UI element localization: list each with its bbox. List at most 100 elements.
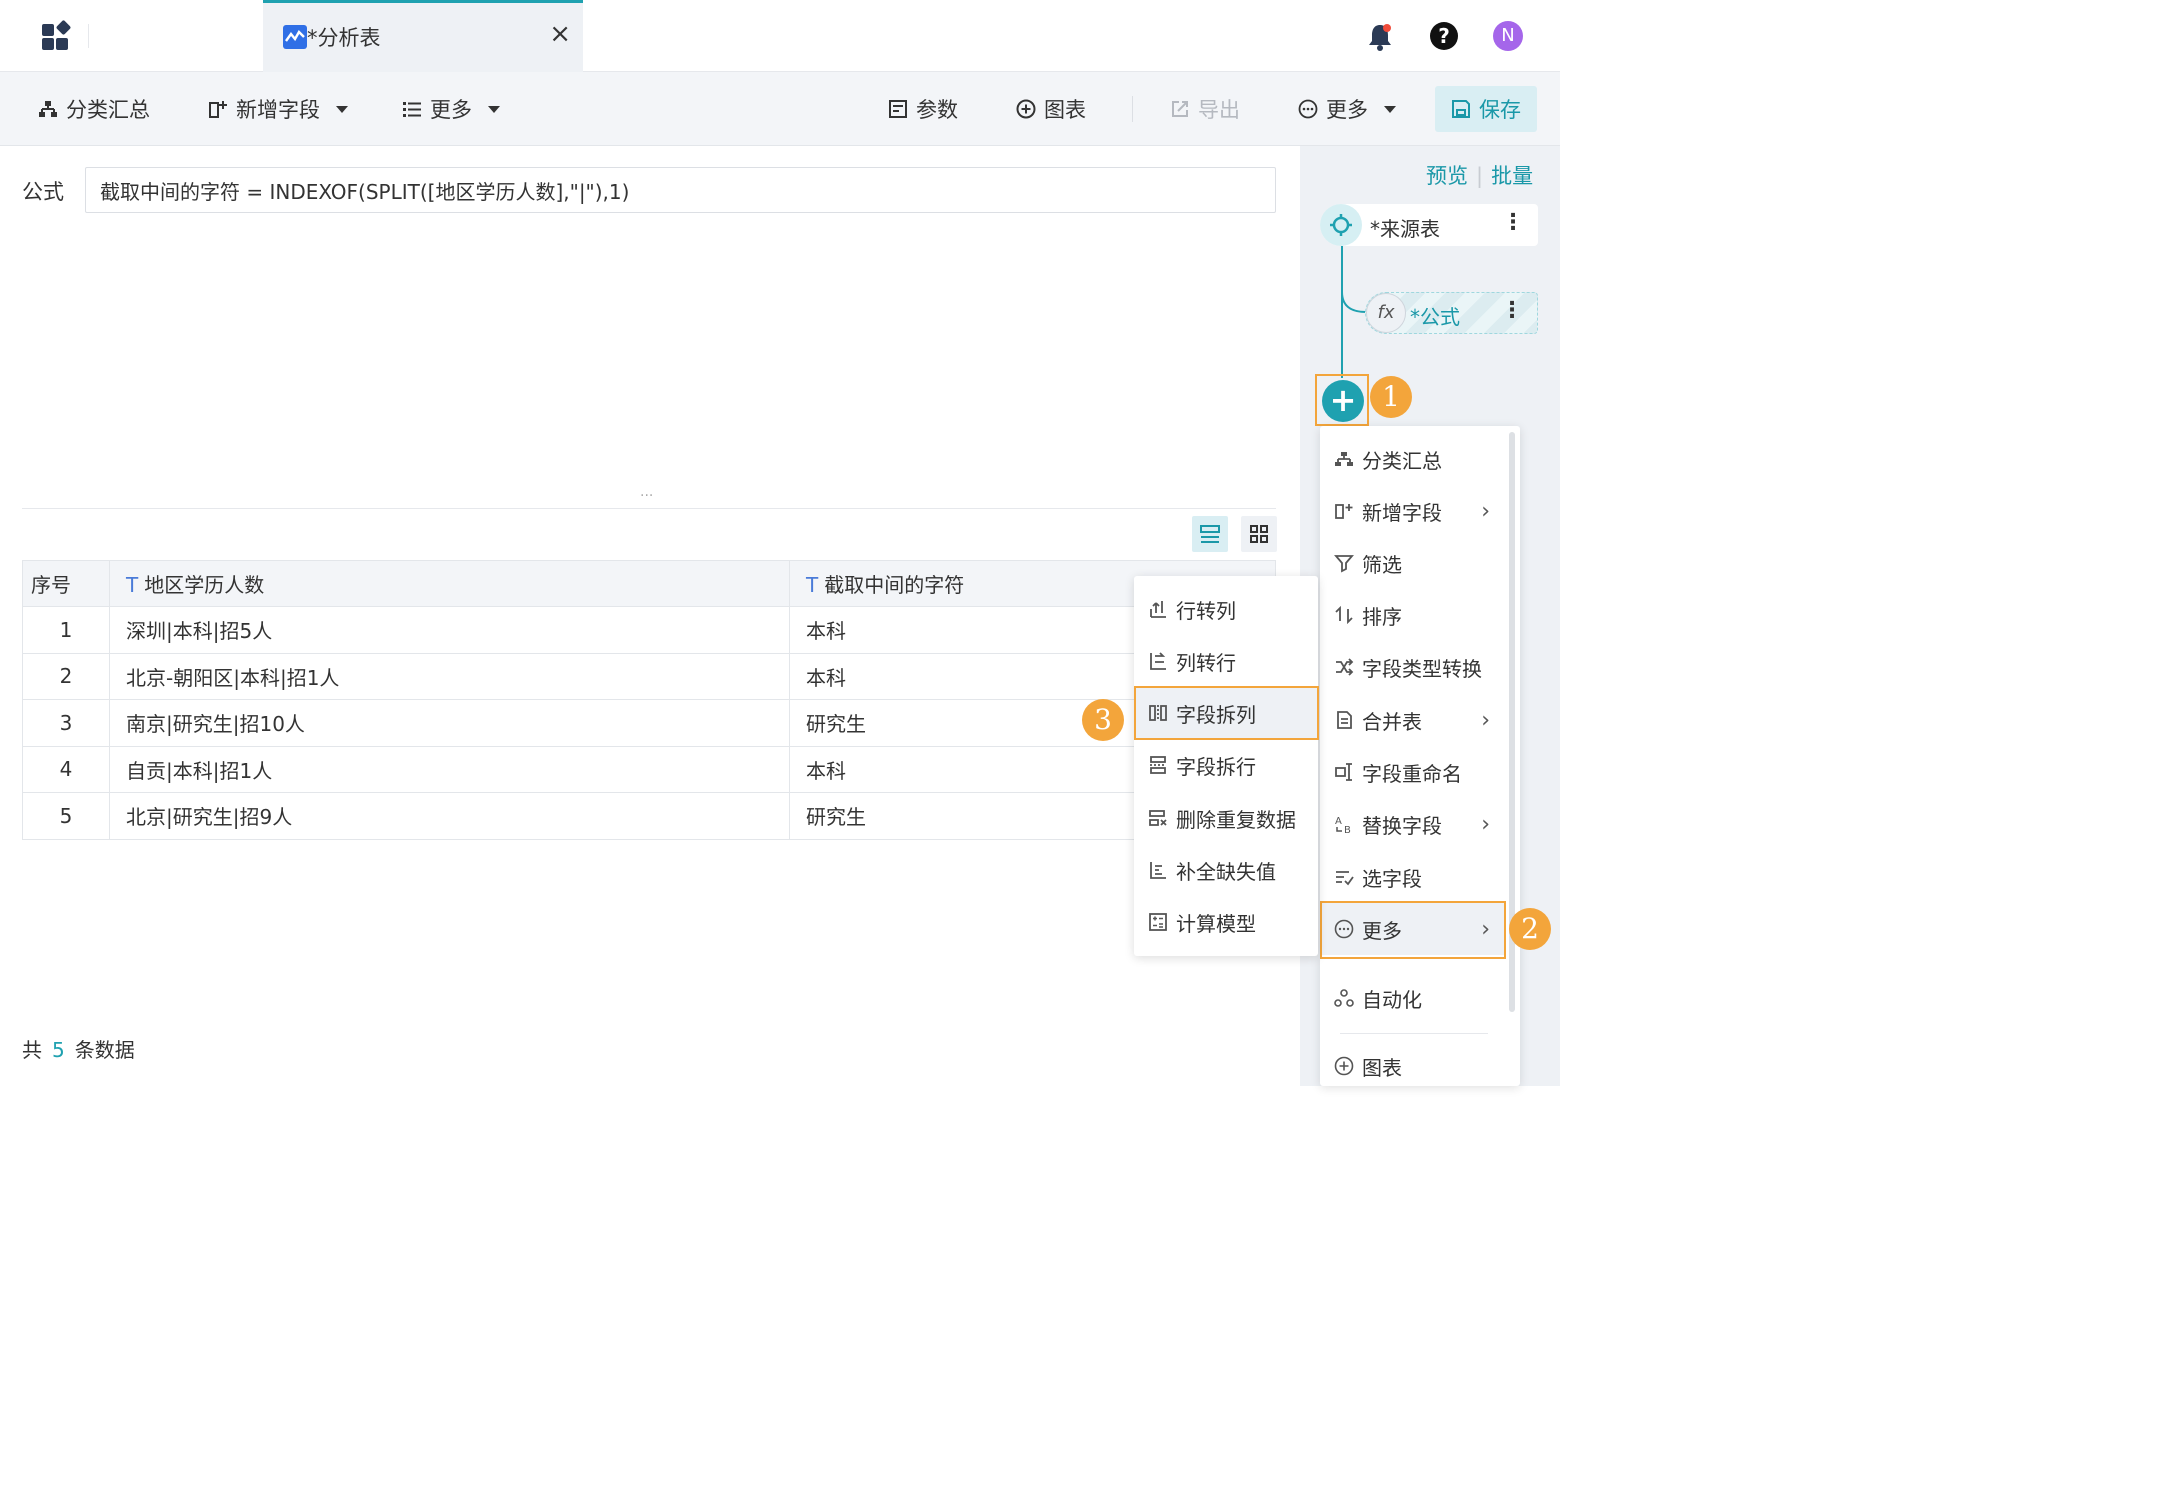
export-icon <box>1170 99 1190 119</box>
bell-icon[interactable] <box>1366 22 1394 52</box>
menu-item-select-field[interactable]: 选字段 <box>1320 851 1506 903</box>
crosshair-icon <box>1320 204 1362 246</box>
fill-missing-icon <box>1148 860 1168 880</box>
save-button[interactable]: 保存 <box>1435 86 1537 132</box>
header-label: 截取中间的字符 <box>824 573 965 597</box>
menu-item-merge-table[interactable]: 合并表 › <box>1320 694 1506 746</box>
chart-button[interactable]: 图表 <box>1016 94 1086 124</box>
formula-node-label: *公式 <box>1410 305 1460 329</box>
more-submenu: 行转列 列转行 字段拆列 字段拆行 删除重复数据 补全缺失值 计算模型 <box>1134 576 1318 956</box>
cell-region-edu[interactable]: 北京-朝阳区|本科|招1人 <box>109 652 790 700</box>
close-icon[interactable]: × <box>549 21 571 47</box>
header-index[interactable]: 序号 <box>22 560 110 607</box>
cell-region-edu[interactable]: 自贡|本科|招1人 <box>109 745 790 793</box>
add-field-icon <box>1334 501 1354 521</box>
count-suffix: 条数据 <box>74 1038 135 1062</box>
col-to-row-icon <box>1148 651 1168 671</box>
menu-item-label: 新增字段 <box>1362 500 1442 525</box>
add-field-dropdown[interactable]: 新增字段 <box>208 94 348 124</box>
grid-view-button[interactable] <box>1241 516 1277 552</box>
formula-node[interactable]: fx *公式 ⋮ <box>1365 292 1538 334</box>
tab-title: *分析表 <box>307 26 381 50</box>
list-icon <box>402 99 422 119</box>
more-right-label: 更多 <box>1326 98 1368 122</box>
formula-input[interactable] <box>85 167 1276 213</box>
table-row[interactable]: 5 北京|研究生|招9人 研究生 <box>22 792 1276 840</box>
divider <box>1340 1033 1488 1034</box>
batch-link[interactable]: 批量 <box>1491 164 1533 188</box>
menu-item-replace-field[interactable]: AB 替换字段 › <box>1320 798 1506 850</box>
cell-index: 2 <box>22 652 110 700</box>
more-right-dropdown[interactable]: 更多 <box>1298 94 1396 124</box>
calc-model-icon <box>1148 912 1168 932</box>
menu-item-add-field[interactable]: 新增字段 › <box>1320 485 1506 537</box>
step-badge-3: 3 <box>1082 699 1124 741</box>
splitter-handle[interactable]: ··· <box>640 488 653 504</box>
menu-item-filter[interactable]: 筛选 <box>1320 537 1506 589</box>
header-region-edu[interactable]: T 地区学历人数 <box>109 560 790 607</box>
data-table: 序号 T 地区学历人数 T 截取中间的字符 1 深圳|本科|招5人 本科 2 北京-朝阳区… <box>22 560 1276 840</box>
text-type-icon: T <box>806 573 819 597</box>
list-view-icon <box>1200 525 1220 543</box>
more-circle-icon <box>1298 99 1318 119</box>
submenu-item-label: 字段拆行 <box>1176 754 1256 779</box>
submenu-item-dedupe[interactable]: 删除重复数据 <box>1134 792 1318 844</box>
menu-item-chart[interactable]: 图表 <box>1320 1040 1506 1092</box>
add-step-button[interactable]: + <box>1322 380 1364 422</box>
menu-item-sort[interactable]: 排序 <box>1320 589 1506 641</box>
submenu-item-row-to-col[interactable]: 行转列 <box>1134 583 1318 635</box>
cell-region-edu[interactable]: 南京|研究生|招10人 <box>109 699 790 747</box>
more-vertical-icon[interactable]: ⋮ <box>1501 298 1523 323</box>
submenu-item-calc-model[interactable]: 计算模型 <box>1134 896 1318 948</box>
add-field-label: 新增字段 <box>236 98 320 122</box>
submenu-item-label: 删除重复数据 <box>1176 807 1296 832</box>
menu-item-group-summary[interactable]: 分类汇总 <box>1320 433 1506 485</box>
group-summary-button[interactable]: 分类汇总 <box>38 94 150 124</box>
divider <box>88 24 89 48</box>
submenu-item-split-row[interactable]: 字段拆行 <box>1134 739 1318 791</box>
grid-view-icon <box>1250 525 1268 543</box>
filter-icon <box>1334 553 1354 573</box>
top-tab-bar: *分析表 × ? N <box>0 0 1560 72</box>
submenu-item-col-to-row[interactable]: 列转行 <box>1134 635 1318 687</box>
cell-index: 4 <box>22 745 110 793</box>
add-field-icon <box>208 99 228 119</box>
preview-link[interactable]: 预览 <box>1426 164 1468 188</box>
caret-down-icon <box>1384 105 1396 113</box>
menu-item-label: 分类汇总 <box>1362 448 1442 473</box>
save-label: 保存 <box>1479 98 1521 122</box>
table-row[interactable]: 4 自贡|本科|招1人 本科 <box>22 745 1276 793</box>
more-left-dropdown[interactable]: 更多 <box>402 94 500 124</box>
params-button[interactable]: 参数 <box>888 94 958 124</box>
cell-region-edu[interactable]: 深圳|本科|招5人 <box>109 606 790 654</box>
menu-item-type-convert[interactable]: 字段类型转换 <box>1320 641 1506 693</box>
replace-field-icon: AB <box>1334 814 1354 834</box>
help-icon[interactable]: ? <box>1430 22 1458 50</box>
select-field-icon <box>1334 867 1354 887</box>
cell-index: 5 <box>22 792 110 840</box>
svg-text:A: A <box>1335 816 1342 827</box>
cell-region-edu[interactable]: 北京|研究生|招9人 <box>109 792 790 840</box>
menu-item-label: 筛选 <box>1362 552 1402 577</box>
source-table-node[interactable]: *来源表 ⋮ <box>1320 204 1538 246</box>
menu-item-label: 字段类型转换 <box>1362 656 1482 681</box>
sort-icon <box>1334 605 1354 625</box>
avatar[interactable]: N <box>1493 21 1523 51</box>
export-button[interactable]: 导出 <box>1170 94 1240 124</box>
type-convert-icon <box>1334 657 1354 677</box>
table-row[interactable]: 1 深圳|本科|招5人 本科 <box>22 606 1276 654</box>
menu-item-rename-field[interactable]: 字段重命名 <box>1320 746 1506 798</box>
list-view-button[interactable] <box>1192 516 1228 552</box>
more-vertical-icon[interactable]: ⋮ <box>1502 210 1524 235</box>
apps-grid-icon[interactable] <box>40 19 72 52</box>
submenu-item-label: 计算模型 <box>1176 911 1256 936</box>
step-badge-1: 1 <box>1370 376 1412 418</box>
more-item-highlight <box>1320 901 1506 959</box>
menu-item-label: 替换字段 <box>1362 813 1442 838</box>
group-summary-icon <box>1334 449 1354 469</box>
menu-item-automation[interactable]: 自动化 <box>1320 972 1506 1024</box>
record-count: 共 5 条数据 <box>22 1034 135 1063</box>
table-row[interactable]: 2 北京-朝阳区|本科|招1人 本科 <box>22 652 1276 700</box>
tab-analysis-table[interactable]: *分析表 × <box>263 0 583 72</box>
submenu-item-fill-missing[interactable]: 补全缺失值 <box>1134 844 1318 896</box>
